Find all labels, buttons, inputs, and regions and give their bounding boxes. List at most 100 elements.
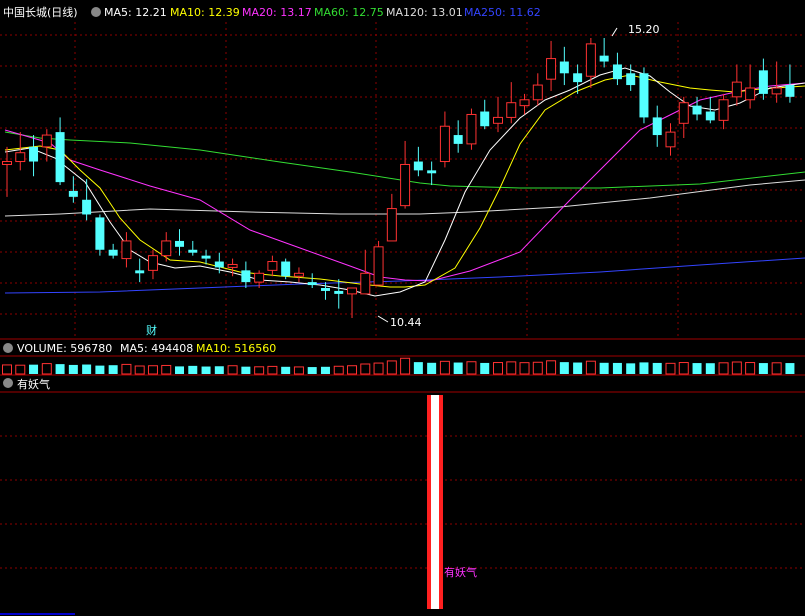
volume-bar (333, 365, 344, 375)
candle-body (506, 102, 517, 118)
candle (135, 258, 145, 283)
volume-bar (307, 367, 317, 374)
volume-bar (626, 363, 636, 374)
candle (161, 232, 172, 262)
volume-dropdown-icon[interactable] (3, 343, 13, 353)
candle-body (652, 117, 662, 136)
volume-bar (147, 365, 158, 375)
candle (413, 146, 423, 177)
signal-label: 有妖气 (444, 565, 477, 579)
candle (267, 255, 278, 277)
candle-body (639, 73, 649, 118)
candle-body (68, 190, 78, 197)
candle-body (585, 43, 596, 77)
candle (506, 82, 517, 124)
candle-body (453, 135, 463, 144)
candle (293, 267, 304, 283)
candle (492, 96, 503, 133)
candle-body (731, 81, 742, 98)
candle (188, 240, 198, 256)
volume-bar (320, 366, 330, 374)
candle (2, 146, 12, 197)
candle-body (427, 170, 437, 174)
finance-marker[interactable]: 财 (146, 323, 157, 337)
volume-bar (121, 363, 132, 375)
low-label: 10.44 (390, 316, 422, 329)
signal-header: 有妖气 (3, 377, 50, 391)
candle (718, 93, 729, 130)
candle (480, 99, 490, 130)
candle-body (599, 55, 609, 62)
volume-bar (665, 362, 676, 375)
ma250-label: MA250: 11.62 (464, 6, 541, 19)
candle-body (626, 73, 636, 86)
candle-body (241, 270, 251, 283)
candle-body (95, 217, 105, 250)
candle (82, 179, 92, 221)
candle-body (347, 287, 358, 295)
candle (147, 249, 158, 280)
signal-dropdown-icon[interactable] (3, 378, 13, 388)
dropdown-icon[interactable] (91, 7, 101, 17)
volume-header: VOLUME: 596780 MA5: 494408 MA10: 516560 (3, 342, 276, 355)
candle-body (785, 85, 795, 97)
volume-bar (585, 360, 596, 375)
high-label: 15.20 (628, 23, 660, 36)
volume-bar (532, 361, 543, 375)
volume-bar (718, 362, 729, 375)
volume-bar (771, 362, 782, 375)
volume-bar (254, 366, 265, 375)
candle-body (254, 272, 265, 283)
candle (612, 52, 622, 86)
volume-bar (15, 364, 26, 375)
candle-body (188, 249, 198, 253)
candle (731, 64, 742, 106)
candle (585, 38, 596, 88)
candle (678, 96, 689, 138)
candle (373, 240, 384, 286)
candle (453, 120, 463, 153)
volume-bar (41, 363, 52, 375)
volume-bar (519, 362, 530, 375)
candle (665, 123, 676, 156)
candle-body (480, 111, 490, 127)
volume-bar (267, 365, 278, 375)
volume-bar (347, 365, 358, 375)
candle (334, 279, 344, 309)
volume-bar (559, 362, 569, 374)
candle (360, 249, 371, 295)
ma60-label: MA60: 12.75 (314, 6, 384, 19)
volume-bar (413, 362, 423, 374)
candle-body (665, 131, 676, 148)
volume-bars (2, 357, 795, 375)
candle-body (281, 261, 291, 277)
candle (320, 282, 330, 300)
candle-body (573, 73, 583, 83)
stock-title: 中国长城(日线) (3, 5, 78, 19)
candle (559, 46, 569, 86)
volume-bar (466, 361, 477, 375)
volume-bar (82, 364, 92, 374)
volume-bar (692, 363, 702, 374)
candle (41, 129, 52, 162)
candle-body (201, 255, 211, 259)
candle-body (293, 272, 304, 277)
candle-body (29, 146, 39, 162)
candle (546, 40, 557, 91)
candle-body (466, 113, 477, 145)
candle-body (546, 58, 557, 80)
signal-bar-core (431, 395, 439, 609)
candle (281, 258, 291, 280)
volume-bar (29, 364, 39, 374)
candle-body (492, 116, 503, 124)
candle (95, 214, 105, 256)
candle-body (82, 199, 92, 215)
volume-bar (108, 365, 118, 374)
candle-body (400, 163, 411, 207)
candle-body (612, 64, 622, 80)
stock-chart: 15.20 10.44 财 有妖气 中国长城(日线) MA5: 12.21 MA… (0, 5, 805, 615)
volume-bar (705, 363, 715, 374)
volume-bar (373, 362, 384, 375)
volume-bar (400, 357, 411, 375)
volume-bar (573, 362, 583, 374)
